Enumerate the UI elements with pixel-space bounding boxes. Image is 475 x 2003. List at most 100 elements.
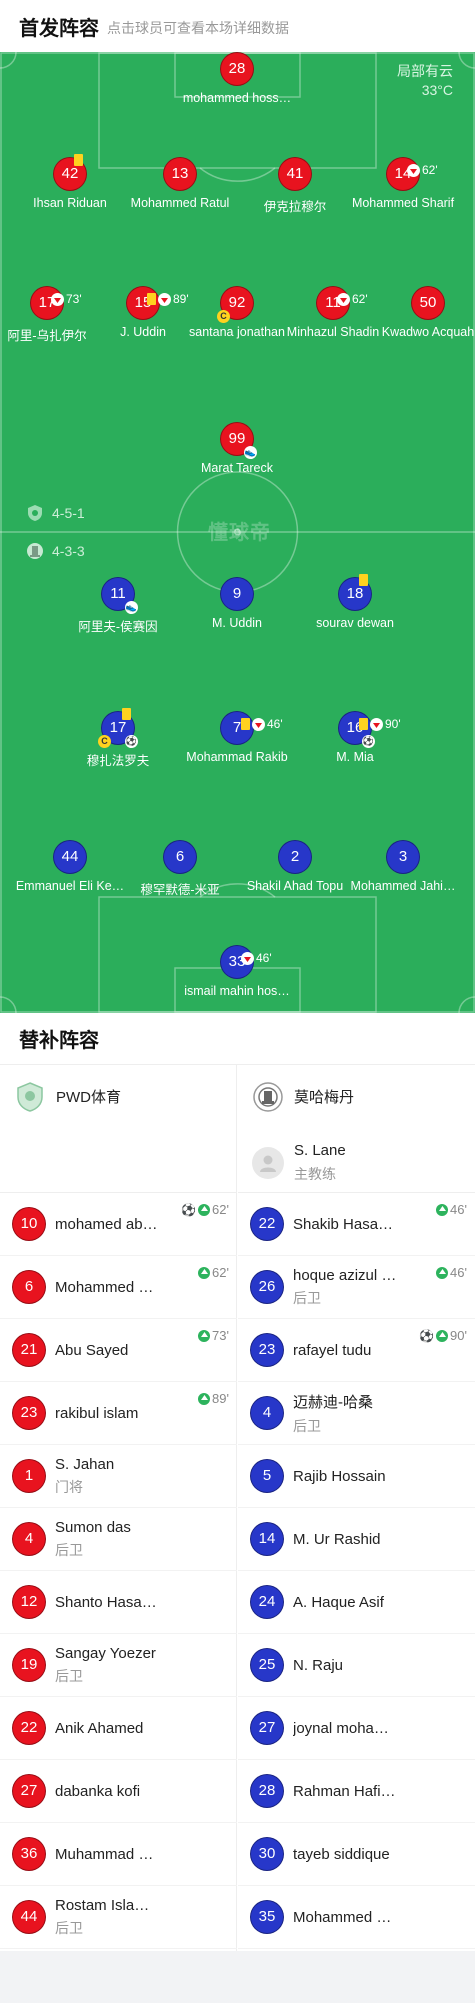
player-number: 22	[250, 1207, 284, 1241]
sub-events: 46'	[436, 1202, 467, 1217]
home-player-28[interactable]: 28 mohammed hoss…	[177, 52, 297, 105]
player-number: 4	[250, 1396, 284, 1430]
player-name: 伊克拉穆尔	[263, 200, 327, 214]
home-player-99[interactable]: 99 👟 Marat Tareck	[177, 422, 297, 475]
player-info: rakibul islam	[55, 1405, 165, 1422]
home-sub-row[interactable]: 22 Anik Ahamed	[0, 1697, 237, 1760]
sub-events: 46'	[436, 1265, 467, 1280]
yellow-card-icon	[241, 718, 250, 730]
player-number: 14 62'	[386, 157, 438, 191]
away-sub-row[interactable]: 4 迈赫迪-哈桑 后卫	[238, 1382, 475, 1445]
player-name: Mohammed Jahi…	[350, 879, 456, 893]
away-sub-row[interactable]: 5 Rajib Hossain	[238, 1445, 475, 1508]
player-name: Mohammed Ratul	[130, 196, 230, 210]
away-player-44[interactable]: 44 Emmanuel Eli Ke…	[10, 840, 130, 893]
away-player-7[interactable]: 7 46' Mohammad Rakib	[177, 711, 297, 764]
player-name: 迈赫迪-哈桑	[293, 1393, 373, 1411]
player-number: 3	[386, 840, 420, 874]
weather-condition: 局部有云	[397, 63, 453, 79]
player-name: M. Uddin	[211, 616, 263, 630]
home-player-14[interactable]: 14 62' Mohammed Sharif	[343, 157, 463, 210]
player-number: 35	[250, 1900, 284, 1934]
away-sub-row[interactable]: 26 hoque azizul … 后卫 46'	[238, 1256, 475, 1319]
player-name: rafayel tudu	[293, 1341, 372, 1359]
away-sub-row[interactable]: 25 N. Raju	[238, 1634, 475, 1697]
home-formation-label: 4-5-1	[52, 505, 85, 521]
home-team-name: PWD体育	[56, 1089, 121, 1106]
sub-on-icon	[198, 1392, 211, 1405]
player-name: Ihsan Riduan	[33, 196, 107, 210]
player-name: Emmanuel Eli Ke…	[15, 879, 125, 893]
player-name: Shakib Hasa…	[293, 1215, 394, 1233]
away-player-2[interactable]: 2 Shakil Ahad Topu	[235, 840, 355, 893]
player-info: Rostam Isla… 后卫	[55, 1897, 165, 1938]
player-events: 62'	[337, 283, 368, 315]
player-number: 19	[12, 1648, 46, 1682]
player-name: Abu Sayed	[55, 1341, 129, 1359]
sub-minute: 46'	[256, 951, 272, 965]
home-player-42[interactable]: 42 Ihsan Riduan	[10, 154, 130, 210]
away-sub-row[interactable]: 23 rafayel tudu ⚽ 90'	[238, 1319, 475, 1382]
player-info: tayeb siddique	[293, 1846, 403, 1863]
player-number: 26	[250, 1270, 284, 1304]
home-sub-row[interactable]: 1 S. Jahan 门将	[0, 1445, 237, 1508]
goal-ball-icon: ⚽	[125, 735, 138, 748]
coach-avatar-icon	[252, 1147, 284, 1179]
home-sub-row[interactable]: 4 Sumon das 后卫	[0, 1508, 237, 1571]
player-number: 9	[220, 577, 254, 611]
player-info: hoque azizul … 后卫	[293, 1267, 403, 1308]
home-sub-row[interactable]: 36 Muhammad …	[0, 1823, 237, 1886]
home-sub-row[interactable]: 19 Sangay Yoezer 后卫	[0, 1634, 237, 1697]
player-number: 22	[12, 1711, 46, 1745]
home-player-50[interactable]: 50 Kwadwo Acquah	[368, 286, 475, 339]
player-number: 7 46'	[220, 711, 283, 745]
player-name: ismail mahin hos…	[184, 984, 290, 998]
home-player-13[interactable]: 13 Mohammed Ratul	[120, 157, 240, 210]
away-player-16[interactable]: 16 90' ⚽ M. Mia	[295, 711, 415, 764]
home-sub-row[interactable]: 21 Abu Sayed 73'	[0, 1319, 237, 1382]
sub-minute: 46'	[450, 1265, 467, 1280]
player-name: Mohammed …	[293, 1908, 392, 1926]
yellow-card-icon	[147, 293, 156, 305]
home-sub-row[interactable]: 12 Shanto Hasa…	[0, 1571, 237, 1634]
home-sub-row[interactable]: 10 mohamed ab… ⚽ 62'	[0, 1193, 237, 1256]
away-team-row[interactable]: 莫哈梅丹	[238, 1065, 475, 1128]
away-player-18[interactable]: 18 sourav dewan	[295, 574, 415, 630]
sub-events: 73'	[198, 1328, 229, 1343]
player-info: joynal moha…	[293, 1720, 403, 1737]
player-role: 后卫	[55, 1541, 83, 1558]
home-player-41[interactable]: 41 伊克拉穆尔	[235, 157, 355, 215]
away-player-6[interactable]: 6 穆罕默德-米亚	[120, 840, 240, 898]
player-info: Sumon das 后卫	[55, 1519, 165, 1560]
player-name: Kwadwo Acquah	[381, 325, 475, 339]
away-sub-row[interactable]: 24 A. Haque Asif	[238, 1571, 475, 1634]
weather-temp: 33°C	[421, 82, 453, 98]
away-player-9[interactable]: 9 M. Uddin	[177, 577, 297, 630]
sub-minute: 90'	[450, 1328, 467, 1343]
player-number: 42	[53, 154, 87, 191]
home-sub-row[interactable]: 27 dabanka kofi	[0, 1760, 237, 1823]
player-name: Mohammad Rakib	[186, 750, 288, 764]
away-formation-label: 4-3-3	[52, 543, 85, 559]
home-sub-row[interactable]: 44 Rostam Isla… 后卫	[0, 1886, 237, 1949]
away-player-11[interactable]: 11 👟 阿里夫-侯赛因	[58, 577, 178, 635]
player-name: dabanka kofi	[55, 1782, 141, 1800]
away-player-3[interactable]: 3 Mohammed Jahi…	[343, 840, 463, 893]
coach-role: 主教练	[294, 1166, 336, 1182]
away-coach-row[interactable]: S. Lane 主教练	[238, 1133, 475, 1193]
subs-header: 替补阵容	[0, 1013, 475, 1065]
away-player-33[interactable]: 33 46' ismail mahin hos…	[177, 945, 297, 998]
away-sub-row[interactable]: 30 tayeb siddique	[238, 1823, 475, 1886]
player-number: 6	[163, 840, 197, 874]
away-sub-row[interactable]: 27 joynal moha…	[238, 1697, 475, 1760]
away-sub-row[interactable]: 14 M. Ur Rashid	[238, 1508, 475, 1571]
player-name: mohammed hoss…	[182, 91, 292, 105]
home-team-row[interactable]: PWD体育	[0, 1065, 237, 1128]
home-sub-row[interactable]: 23 rakibul islam 89'	[0, 1382, 237, 1445]
home-sub-row[interactable]: 6 Mohammed … 62'	[0, 1256, 237, 1319]
away-sub-row[interactable]: 22 Shakib Hasa… 46'	[238, 1193, 475, 1256]
away-sub-row[interactable]: 28 Rahman Hafi…	[238, 1760, 475, 1823]
away-sub-row[interactable]: 35 Mohammed …	[238, 1886, 475, 1949]
away-player-17[interactable]: 17 C ⚽ 穆扎法罗夫	[58, 708, 178, 769]
sub-minute: 62'	[212, 1265, 229, 1280]
